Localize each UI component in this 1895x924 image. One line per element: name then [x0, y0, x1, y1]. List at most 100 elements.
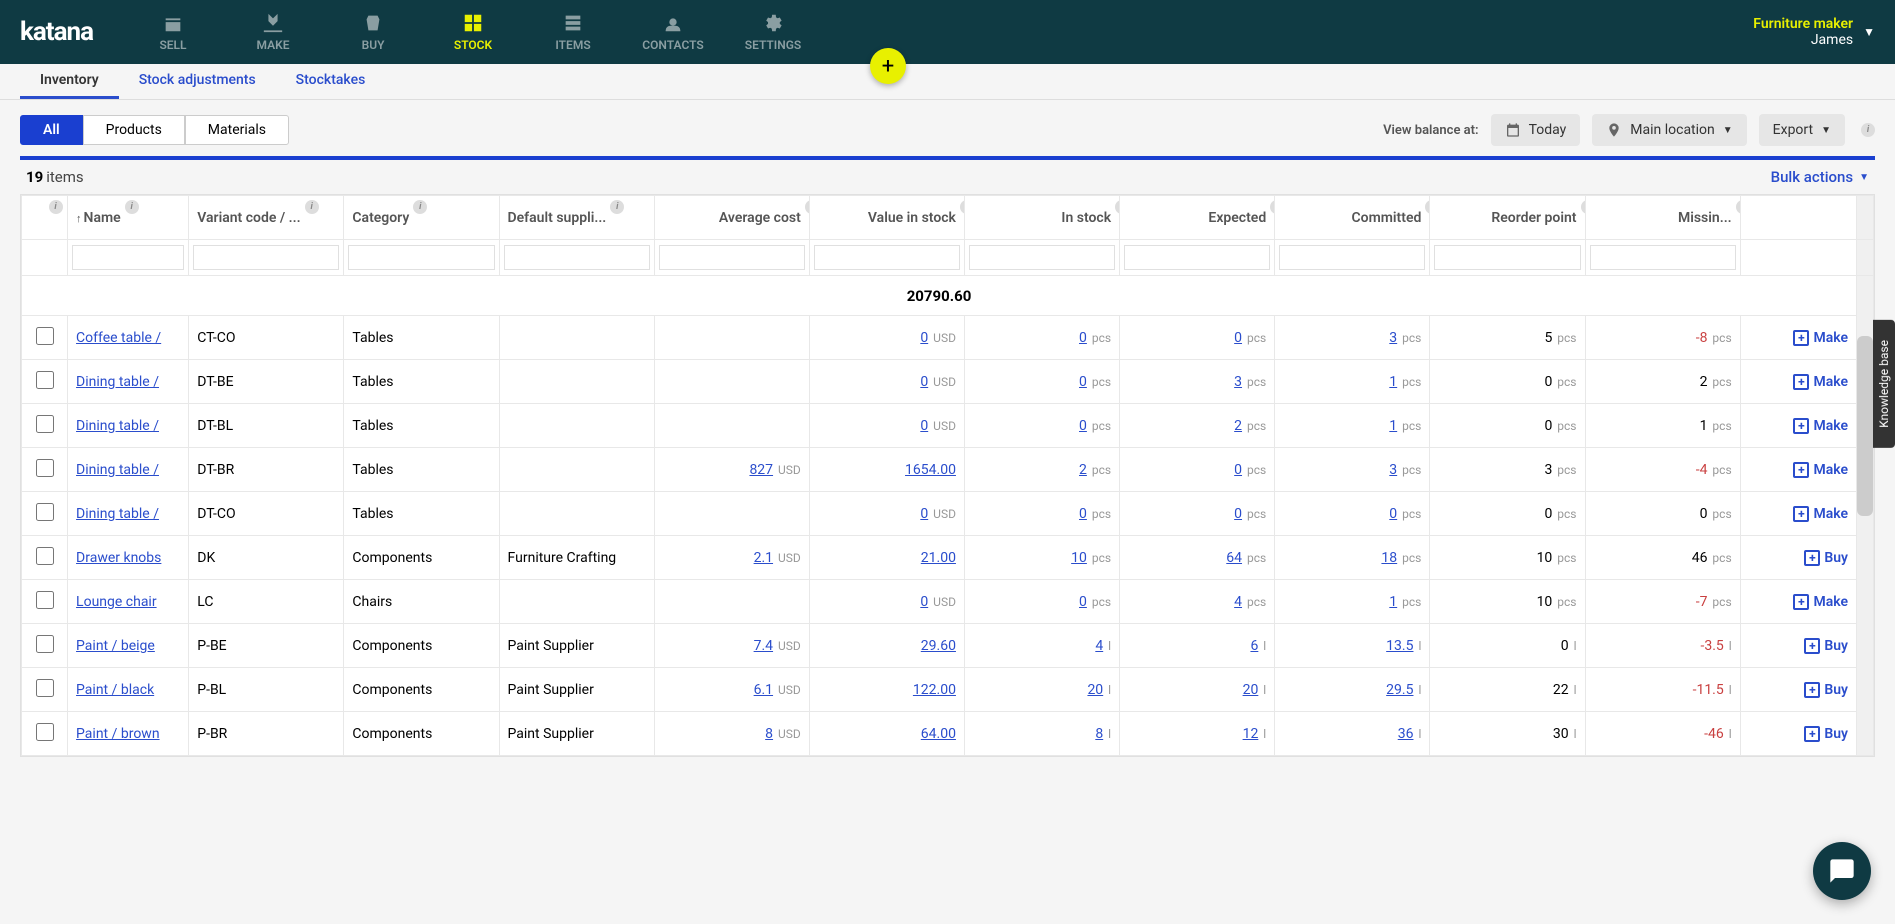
filter-input[interactable] — [1279, 245, 1425, 270]
filter-input[interactable] — [72, 245, 184, 270]
filter-input[interactable] — [1124, 245, 1270, 270]
add-button[interactable]: + — [870, 48, 906, 84]
col-header[interactable]: In stock i — [964, 196, 1119, 240]
sub-tab-inventory[interactable]: Inventory — [20, 64, 119, 99]
item-name-link[interactable]: Dining table / — [76, 374, 159, 390]
pill-products[interactable]: Products — [83, 115, 185, 145]
item-name-link[interactable]: Dining table / — [76, 418, 159, 434]
col-header[interactable]: Average cost i — [654, 196, 809, 240]
committed-cell: 1 pcs — [1275, 360, 1430, 404]
nav-make[interactable]: MAKE — [223, 4, 323, 60]
instock-cell: 8 l — [964, 712, 1119, 756]
buy-button[interactable]: +Buy — [1804, 638, 1848, 654]
scrollbar[interactable] — [1857, 276, 1874, 756]
row-checkbox[interactable] — [36, 635, 54, 653]
export-button[interactable]: Export ▼ — [1759, 114, 1845, 146]
filter-input[interactable] — [348, 245, 494, 270]
committed-cell: 1 pcs — [1275, 580, 1430, 624]
instock-cell: 0 pcs — [964, 492, 1119, 536]
row-checkbox[interactable] — [36, 679, 54, 697]
info-icon[interactable]: i — [125, 200, 139, 214]
info-icon[interactable]: i — [49, 200, 63, 214]
make-button[interactable]: +Make — [1793, 418, 1848, 434]
item-name-link[interactable]: Dining table / — [76, 506, 159, 522]
make-button[interactable]: +Make — [1793, 330, 1848, 346]
col-header[interactable]: Missin... i — [1585, 196, 1740, 240]
pill-materials[interactable]: Materials — [185, 115, 289, 145]
category-cell: Tables — [344, 448, 499, 492]
chat-widget[interactable] — [1813, 842, 1871, 900]
row-checkbox[interactable] — [36, 591, 54, 609]
col-header[interactable]: Committed i — [1275, 196, 1430, 240]
item-name-link[interactable]: Paint / beige — [76, 638, 155, 654]
sub-tab-stocktakes[interactable]: Stocktakes — [276, 64, 386, 99]
supplier-cell — [499, 448, 654, 492]
filter-input[interactable] — [969, 245, 1115, 270]
toolbar: AllProductsMaterials View balance at: To… — [0, 100, 1895, 156]
buy-button[interactable]: +Buy — [1804, 550, 1848, 566]
filter-input[interactable] — [659, 245, 805, 270]
make-button[interactable]: +Make — [1793, 506, 1848, 522]
col-header[interactable]: Value in stock i — [809, 196, 964, 240]
committed-cell: 36 l — [1275, 712, 1430, 756]
instock-cell: 0 pcs — [964, 404, 1119, 448]
buy-button[interactable]: +Buy — [1804, 726, 1848, 742]
plus-box-icon: + — [1793, 462, 1809, 478]
row-checkbox[interactable] — [36, 459, 54, 477]
col-header[interactable]: Variant code / ... i — [189, 196, 344, 240]
item-name-link[interactable]: Lounge chair — [76, 594, 157, 610]
location-picker-button[interactable]: Main location ▼ — [1592, 114, 1746, 146]
info-icon[interactable]: i — [413, 200, 427, 214]
row-checkbox[interactable] — [36, 415, 54, 433]
row-checkbox[interactable] — [36, 371, 54, 389]
item-name-link[interactable]: Paint / brown — [76, 726, 160, 742]
item-name-link[interactable]: Dining table / — [76, 462, 159, 478]
item-name-link[interactable]: Paint / black — [76, 682, 154, 698]
date-picker-button[interactable]: Today — [1491, 114, 1581, 146]
knowledge-base-tab[interactable]: Knowledge base — [1873, 320, 1895, 448]
bulk-actions-menu[interactable]: Bulk actions ▼ — [1771, 168, 1869, 186]
committed-cell: 18 pcs — [1275, 536, 1430, 580]
expected-cell: 0 pcs — [1120, 448, 1275, 492]
nav-sell[interactable]: SELL — [123, 4, 223, 60]
user-menu[interactable]: Furniture maker James ▼ — [1753, 16, 1875, 48]
make-button[interactable]: +Make — [1793, 462, 1848, 478]
col-header[interactable]: Default suppli... i — [499, 196, 654, 240]
filter-input[interactable] — [1434, 245, 1580, 270]
table-row: Lounge chairLCChairs0 USD0 pcs4 pcs1 pcs… — [22, 580, 1874, 624]
info-icon[interactable]: i — [305, 200, 319, 214]
col-header[interactable]: Reorder point i — [1430, 196, 1585, 240]
variant-cell: P-BL — [189, 668, 344, 712]
col-header[interactable]: Category i — [344, 196, 499, 240]
info-icon[interactable]: i — [610, 200, 624, 214]
nav-items[interactable]: ITEMS — [523, 4, 623, 60]
info-icon[interactable]: i — [1861, 123, 1875, 137]
nav-buy[interactable]: BUY — [323, 4, 423, 60]
row-checkbox[interactable] — [36, 327, 54, 345]
category-cell: Tables — [344, 360, 499, 404]
col-header[interactable]: Expected i — [1120, 196, 1275, 240]
col-header[interactable]: ↑Name i — [68, 196, 189, 240]
value-cell: 0 USD — [809, 360, 964, 404]
nav-contacts[interactable]: CONTACTS — [623, 4, 723, 60]
filter-input[interactable] — [814, 245, 960, 270]
row-checkbox[interactable] — [36, 723, 54, 741]
pill-all[interactable]: All — [20, 115, 83, 145]
nav-settings[interactable]: SETTINGS — [723, 4, 823, 60]
table-row: Dining table /DT-COTables0 USD0 pcs0 pcs… — [22, 492, 1874, 536]
sub-tab-stock-adjustments[interactable]: Stock adjustments — [119, 64, 276, 99]
filter-input[interactable] — [1590, 245, 1736, 270]
filter-input[interactable] — [193, 245, 339, 270]
plus-box-icon: + — [1804, 638, 1820, 654]
buy-button[interactable]: +Buy — [1804, 682, 1848, 698]
row-checkbox[interactable] — [36, 547, 54, 565]
supplier-cell: Paint Supplier — [499, 668, 654, 712]
make-button[interactable]: +Make — [1793, 374, 1848, 390]
item-name-link[interactable]: Drawer knobs — [76, 550, 161, 566]
item-name-link[interactable]: Coffee table / — [76, 330, 161, 346]
nav-stock[interactable]: STOCK — [423, 4, 523, 60]
item-count-label: items — [46, 168, 83, 186]
make-button[interactable]: +Make — [1793, 594, 1848, 610]
row-checkbox[interactable] — [36, 503, 54, 521]
filter-input[interactable] — [504, 245, 650, 270]
